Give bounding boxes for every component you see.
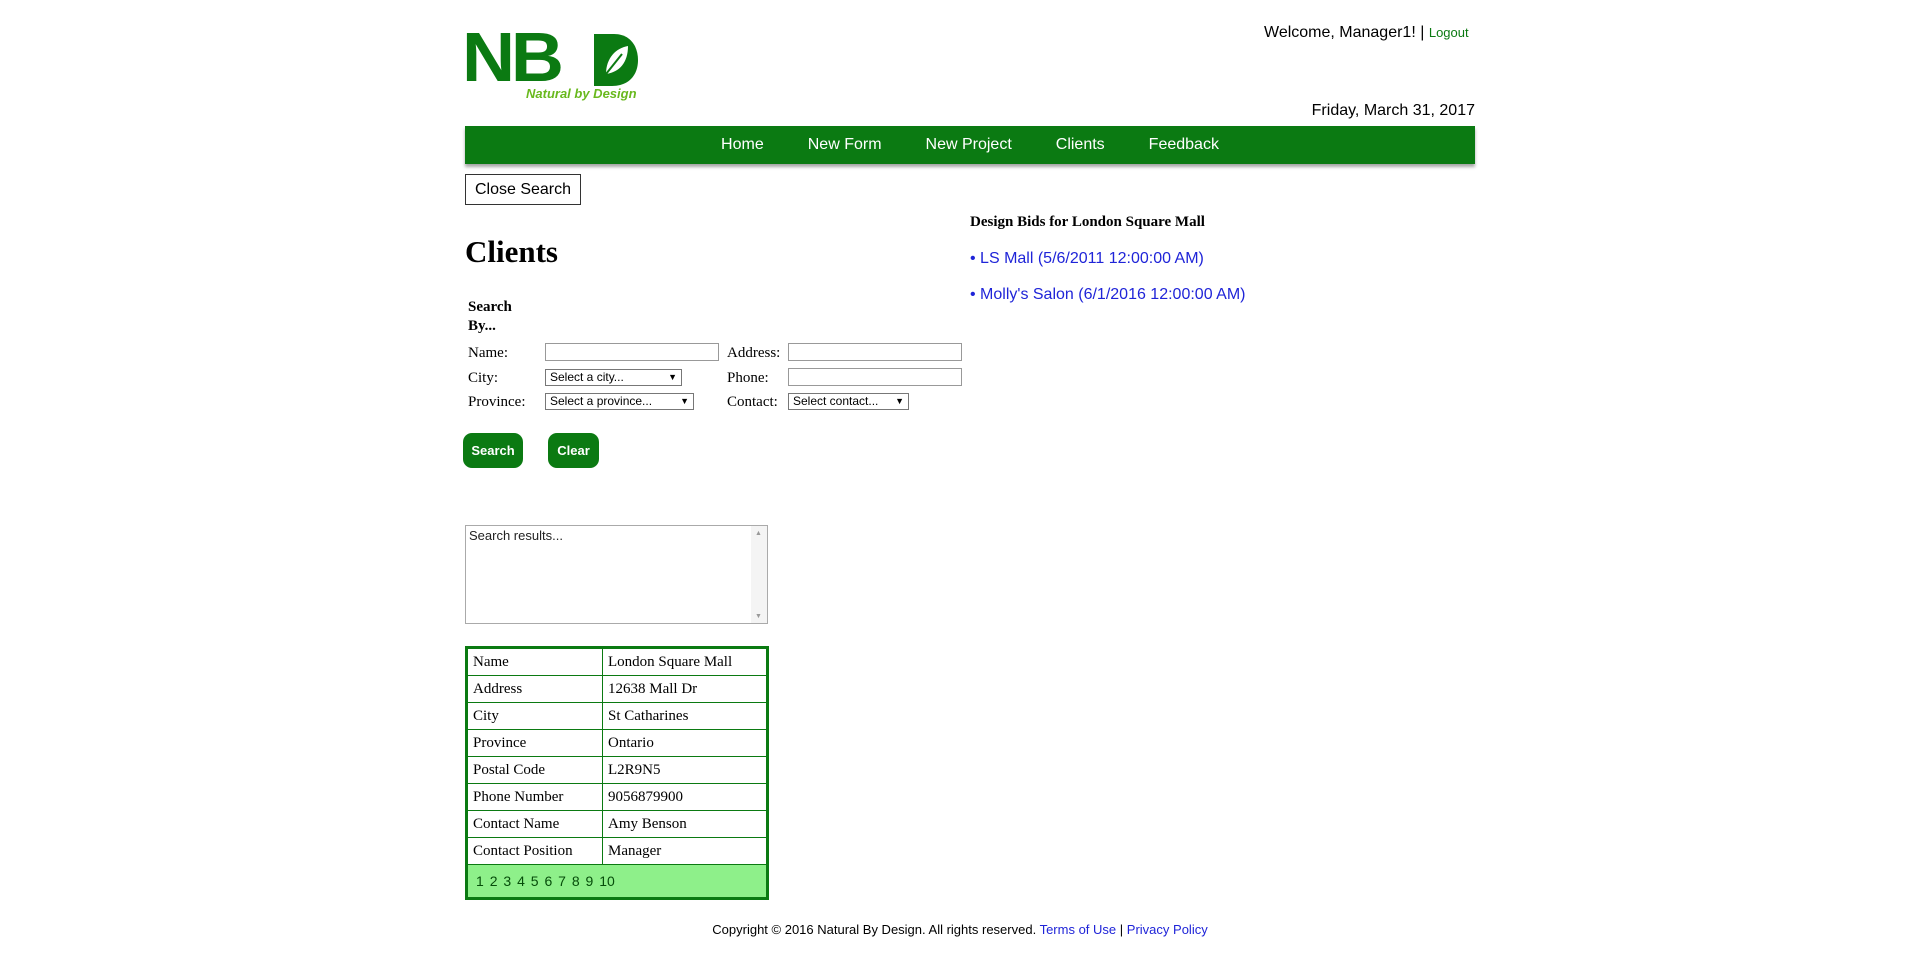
search-button[interactable]: Search: [463, 433, 523, 468]
page-link[interactable]: 3: [503, 873, 511, 889]
current-date: Friday, March 31, 2017: [1311, 102, 1475, 119]
detail-key: Province: [466, 729, 603, 757]
page-link[interactable]: 8: [572, 873, 580, 889]
province-select[interactable]: Select a province... ▼: [545, 393, 694, 410]
detail-value: 12638 Mall Dr: [602, 675, 768, 703]
bids-title: Design Bids for London Square Mall: [970, 214, 1205, 230]
province-label: Province:: [468, 394, 526, 410]
search-results-box[interactable]: Search results... ▲ ▼: [465, 525, 768, 624]
scroll-down-icon[interactable]: ▼: [755, 612, 762, 620]
detail-value: Ontario: [602, 729, 768, 757]
close-search-button[interactable]: Close Search: [465, 174, 581, 205]
table-row: Contact Position Manager: [466, 837, 768, 865]
chevron-down-icon: ▼: [680, 396, 689, 406]
copyright-text: Copyright © 2016 Natural By Design. All …: [712, 922, 1037, 937]
welcome-separator: |: [1420, 24, 1425, 41]
footer: Copyright © 2016 Natural By Design. All …: [0, 922, 1920, 937]
city-select[interactable]: Select a city... ▼: [545, 369, 682, 386]
contact-select[interactable]: Select contact... ▼: [788, 393, 909, 410]
chevron-down-icon: ▼: [668, 372, 677, 382]
nbd-logo[interactable]: NB Natural by Design: [462, 22, 642, 104]
results-scrollbar[interactable]: ▲ ▼: [751, 526, 767, 623]
address-label: Address:: [727, 345, 781, 361]
table-row: City St Catharines: [466, 702, 768, 730]
table-row: Contact Name Amy Benson: [466, 810, 768, 838]
page-title: Clients: [465, 234, 558, 269]
detail-key: Contact Name: [466, 810, 603, 838]
detail-value: St Catharines: [602, 702, 768, 730]
footer-separator: |: [1119, 922, 1124, 937]
contact-label: Contact:: [727, 394, 778, 410]
page-link[interactable]: 4: [517, 873, 525, 889]
detail-key: Phone Number: [466, 783, 603, 811]
detail-key: City: [466, 702, 603, 730]
page-link[interactable]: 6: [544, 873, 552, 889]
page-link[interactable]: 2: [490, 873, 498, 889]
nav-feedback[interactable]: Feedback: [1149, 136, 1219, 154]
city-select-value: Select a city...: [550, 370, 624, 384]
pager-row: 1 2 3 4 5 6 7 8 9 10: [466, 864, 768, 899]
table-row: Phone Number 9056879900: [466, 783, 768, 811]
table-row: Province Ontario: [466, 729, 768, 757]
page-link[interactable]: 5: [531, 873, 539, 889]
address-field[interactable]: [788, 343, 962, 361]
nav-new-form[interactable]: New Form: [808, 136, 882, 154]
logo-tagline: Natural by Design: [526, 86, 637, 101]
city-label: City:: [468, 370, 499, 386]
nav-new-project[interactable]: New Project: [926, 136, 1012, 154]
search-results-placeholder: Search results...: [469, 528, 563, 543]
scroll-up-icon[interactable]: ▲: [755, 529, 762, 537]
page-link[interactable]: 10: [599, 873, 615, 889]
main-nav: Home New Form New Project Clients Feedba…: [465, 126, 1475, 164]
welcome-area: Welcome, Manager1! | Logout: [1264, 24, 1469, 42]
logout-link[interactable]: Logout: [1429, 25, 1469, 40]
detail-key: Contact Position: [466, 837, 603, 865]
table-row: Postal Code L2R9N5: [466, 756, 768, 784]
clear-button[interactable]: Clear: [548, 433, 599, 468]
nav-home[interactable]: Home: [721, 136, 764, 154]
pager: 1 2 3 4 5 6 7 8 9 10: [466, 864, 768, 899]
leaf-icon: [594, 34, 638, 86]
page-link[interactable]: 7: [558, 873, 566, 889]
name-field[interactable]: [545, 343, 719, 361]
client-detail-table: Name London Square Mall Address 12638 Mall…: [465, 646, 769, 900]
detail-key: Postal Code: [466, 756, 603, 784]
table-row: Address 12638 Mall Dr: [466, 675, 768, 703]
search-by-heading: Search By...: [468, 299, 512, 334]
bid-link[interactable]: • Molly's Salon (6/1/2016 12:00:00 AM): [970, 286, 1245, 304]
detail-value: Manager: [602, 837, 768, 865]
nav-clients[interactable]: Clients: [1056, 136, 1105, 154]
phone-label: Phone:: [727, 370, 769, 386]
welcome-text: Welcome, Manager1!: [1264, 24, 1416, 41]
terms-link[interactable]: Terms of Use: [1040, 922, 1117, 937]
detail-value: London Square Mall: [602, 647, 768, 676]
bid-link[interactable]: • LS Mall (5/6/2011 12:00:00 AM): [970, 250, 1204, 268]
page-link[interactable]: 9: [586, 873, 594, 889]
detail-key: Name: [466, 647, 603, 676]
logo-letters: NB: [462, 18, 564, 96]
table-row: Name London Square Mall: [466, 647, 768, 676]
detail-value: L2R9N5: [602, 756, 768, 784]
detail-value: 9056879900: [602, 783, 768, 811]
province-select-value: Select a province...: [550, 394, 653, 408]
privacy-link[interactable]: Privacy Policy: [1127, 922, 1208, 937]
name-label: Name:: [468, 345, 508, 361]
contact-select-value: Select contact...: [793, 394, 879, 408]
page-link[interactable]: 1: [476, 873, 484, 889]
phone-field[interactable]: [788, 368, 962, 386]
detail-key: Address: [466, 675, 603, 703]
chevron-down-icon: ▼: [895, 396, 904, 406]
detail-value: Amy Benson: [602, 810, 768, 838]
